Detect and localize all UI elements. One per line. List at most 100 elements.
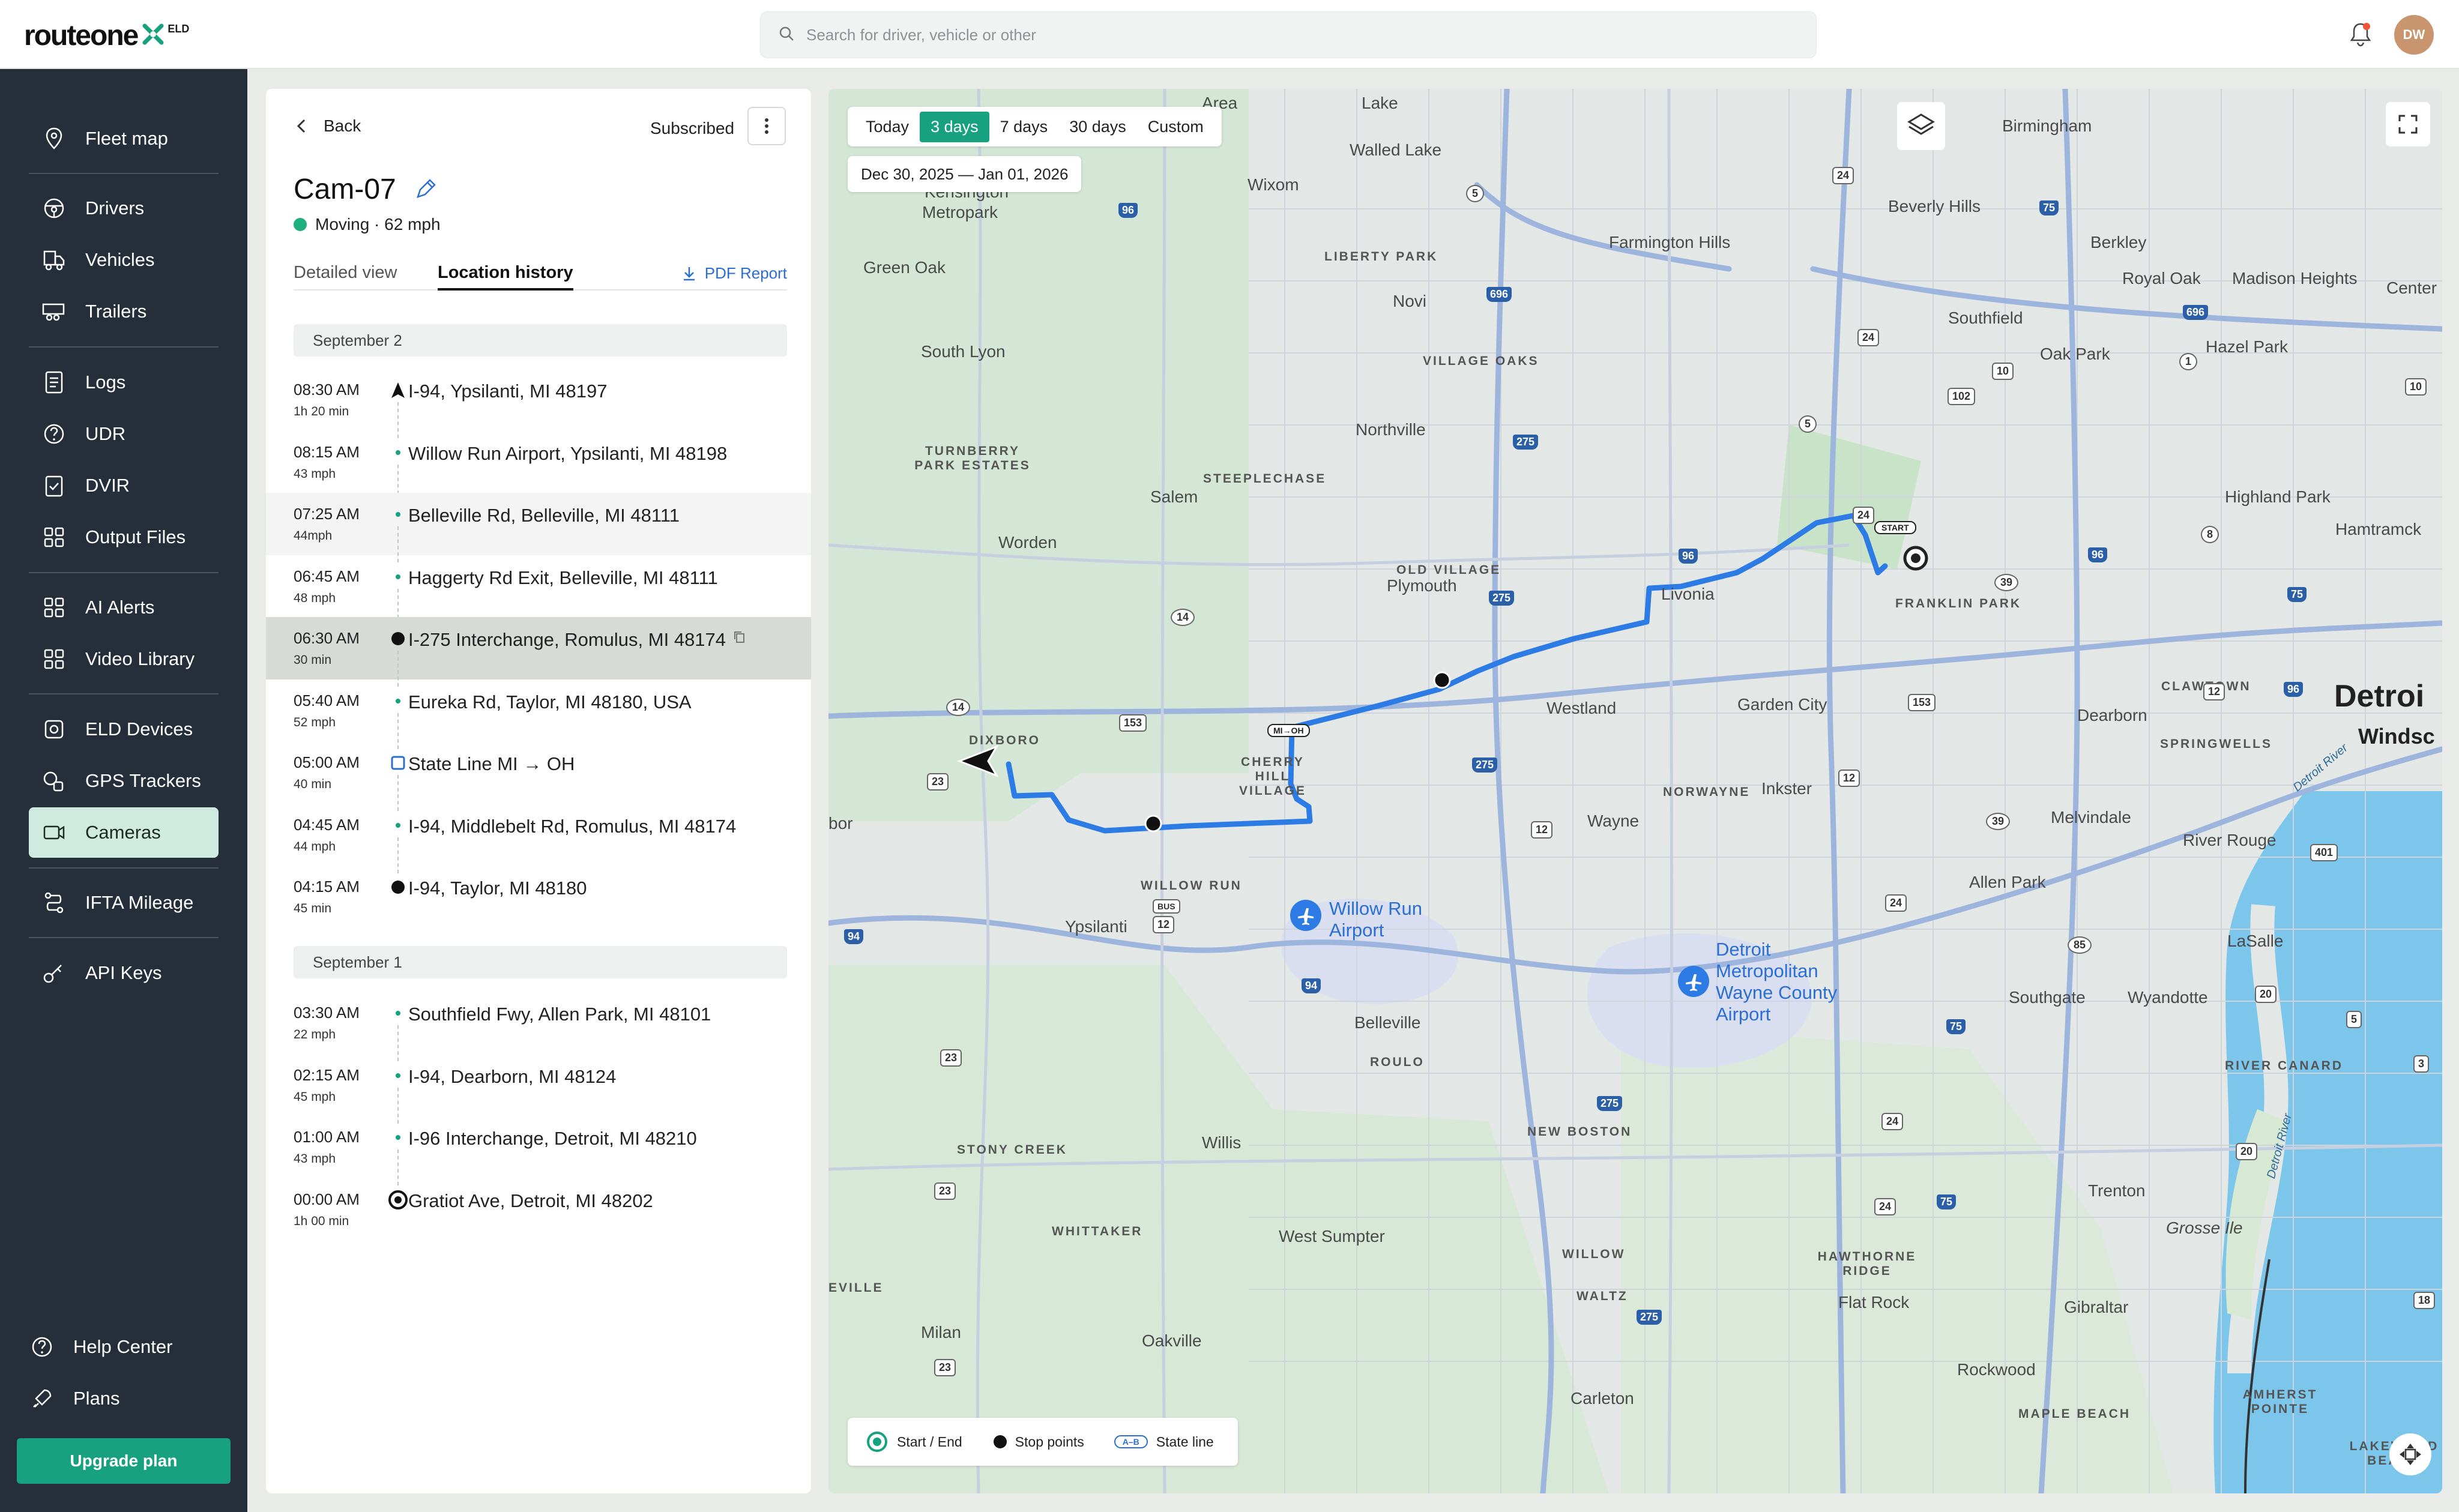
upgrade-plan-button[interactable]: Upgrade plan <box>17 1438 231 1484</box>
entry-detail: 1h 00 min <box>294 1214 349 1228</box>
sidebar-item-dvir[interactable]: DVIR <box>29 460 219 511</box>
date-range-display[interactable]: Dec 30, 2025 — Jan 01, 2026 <box>848 156 1082 192</box>
entry-detail: 30 min <box>294 653 332 667</box>
pdf-report-link[interactable]: PDF Report <box>682 264 787 283</box>
highway-shield: 5 <box>1466 185 1485 202</box>
history-row[interactable]: 08:15 AM 43 mph Willow Run Airport, Ypsila… <box>266 431 811 501</box>
current-location-arrow-icon[interactable] <box>956 743 999 782</box>
map-label: WALTZ <box>1576 1289 1628 1303</box>
range-custom-button[interactable]: Custom <box>1137 112 1214 142</box>
recenter-button[interactable] <box>2389 1433 2431 1475</box>
route-map[interactable]: Area Lake Walled Lake Wixom Kensington M… <box>828 89 2442 1493</box>
entry-detail: 44mph <box>294 529 333 543</box>
tab-detailed-view[interactable]: Detailed view <box>294 263 397 283</box>
fullscreen-button[interactable] <box>2386 102 2430 146</box>
sidebar-item-vehicles[interactable]: Vehicles <box>29 235 219 285</box>
sidebar-item-output-files[interactable]: Output Files <box>29 512 219 562</box>
help-center-label: Help Center <box>73 1336 173 1357</box>
highway-shield: 96 <box>1679 549 1698 564</box>
entry-address: I-94, Dearborn, MI 48124 <box>408 1065 617 1087</box>
map-label: Southgate <box>2009 988 2086 1007</box>
map-label: bor <box>828 814 853 833</box>
entry-address: I-275 Interchange, Romulus, MI 48174 <box>408 629 726 650</box>
help-center-link[interactable]: Help Center <box>17 1322 207 1372</box>
sidebar-item-drivers[interactable]: Drivers <box>29 183 219 233</box>
map-label: Ypsilanti <box>1065 917 1127 936</box>
range-7-days-button[interactable]: 7 days <box>989 112 1059 142</box>
copy-icon[interactable] <box>733 630 745 646</box>
highway-shield: 275 <box>1472 758 1498 773</box>
highway-shield: 94 <box>844 929 864 944</box>
map-label: Birmingham <box>2002 116 2092 135</box>
plans-link[interactable]: Plans <box>17 1373 207 1424</box>
history-row[interactable]: 00:00 AM 1h 00 min Gratiot Ave, Detroit, M… <box>266 1178 811 1241</box>
map-label: LIBERTY PARK <box>1324 250 1438 264</box>
entry-detail: 52 mph <box>294 715 336 729</box>
edit-pencil-icon[interactable] <box>414 179 436 203</box>
tab-location-history[interactable]: Location history <box>438 263 573 291</box>
sidebar-item-cameras[interactable]: Cameras <box>29 807 219 858</box>
map-label: Willis <box>1202 1133 1242 1152</box>
notification-bell-icon[interactable] <box>2349 22 2373 51</box>
sidebar-item-logs[interactable]: Logs <box>29 357 219 408</box>
range-3-days-button[interactable]: 3 days <box>920 111 989 142</box>
sidebar-item-trailers[interactable]: Trailers <box>29 286 219 337</box>
entry-time: 05:00 AM <box>294 753 360 771</box>
avatar[interactable]: DW <box>2394 15 2434 55</box>
history-row[interactable]: 01:00 AM 43 mph I-96 Interchange, Detroit,… <box>266 1116 811 1185</box>
sidebar-item-eld-devices[interactable]: ELD Devices <box>29 704 219 754</box>
map-label: Beverly Hills <box>1888 197 1981 215</box>
sidebar-item-fleet-map[interactable]: Fleet map <box>29 113 219 164</box>
history-row[interactable]: 04:15 AM 45 min I-94, Taylor, MI 48180 <box>266 866 811 928</box>
history-row[interactable]: 06:45 AM 48 mph Haggerty Rd Exit, Bellevil… <box>266 555 811 625</box>
history-row[interactable]: 03:30 AM 22 mph Southfield Fwy, Allen Park… <box>266 992 811 1061</box>
sidebar-item-ifta-mileage[interactable]: IFTA Mileage <box>29 878 219 928</box>
history-row[interactable]: 07:25 AM 44mph Belleville Rd, Belleville, … <box>266 493 811 562</box>
highway-shield: BUS <box>1153 899 1180 914</box>
stop-point-marker[interactable] <box>1144 815 1162 836</box>
start-marker[interactable] <box>1902 545 1929 574</box>
layers-button[interactable] <box>1897 102 1945 150</box>
highway-shield: 12 <box>1531 821 1553 839</box>
history-row[interactable]: 06:30 AM 30 min I-275 Interchange, Romulus… <box>266 617 811 687</box>
history-row[interactable]: 04:45 AM 44 mph I-94, Middlebelt Rd, Romul… <box>266 804 811 873</box>
entry-detail: 43 mph <box>294 466 336 481</box>
sidebar-item-api-keys[interactable]: API Keys <box>29 948 219 998</box>
stop-point-marker[interactable] <box>1433 671 1451 692</box>
map-label: ROULO <box>1370 1055 1425 1069</box>
waypoint-dot-icon <box>386 1001 410 1025</box>
history-row[interactable]: 08:30 AM 1h 20 min I-94, Ypsilanti, MI 481… <box>266 369 811 438</box>
more-options-button[interactable] <box>747 107 786 145</box>
back-button[interactable]: Back <box>296 116 361 136</box>
sidebar-item-ai-alerts[interactable]: AI Alerts <box>29 582 219 633</box>
history-row[interactable]: 05:00 AM 40 min State Line MI → OH <box>266 741 811 811</box>
search-bar[interactable] <box>760 11 1817 58</box>
range-30-days-button[interactable]: 30 days <box>1058 112 1137 142</box>
highway-shield: 3 <box>2413 1055 2430 1073</box>
map-label: Livonia <box>1661 585 1715 603</box>
map-label: Berkley <box>2090 233 2147 251</box>
map-label: Gibraltar <box>2064 1298 2129 1316</box>
map-label: Garden City <box>1737 695 1827 714</box>
entry-time: 06:30 AM <box>294 629 360 647</box>
sidebar-item-video-library[interactable]: Video Library <box>29 634 219 684</box>
truck-icon <box>43 250 65 271</box>
entry-address: State Line MI → OH <box>408 753 575 774</box>
search-input[interactable] <box>806 25 1767 44</box>
state-line-marker[interactable]: MI→OH <box>1267 724 1310 737</box>
sidebar-item-gps-trackers[interactable]: GPS Trackers <box>29 756 219 806</box>
map-label: Southfield <box>1948 309 2023 327</box>
waypoint-dot-icon <box>386 689 410 713</box>
map-label: Rockwood <box>1957 1360 2036 1379</box>
subscribed-status[interactable]: Subscribed <box>650 119 734 138</box>
history-row[interactable]: 05:40 AM 52 mph Eureka Rd, Taylor, MI 4818… <box>266 679 811 749</box>
range-today-button[interactable]: Today <box>855 112 920 142</box>
logo[interactable]: routeone ELD <box>24 14 189 56</box>
highway-shield: 23 <box>934 1182 956 1200</box>
legend-stop-points-label: Stop points <box>1015 1433 1084 1450</box>
highway-shield: 20 <box>2255 986 2277 1003</box>
sidebar-item-udr[interactable]: UDR <box>29 409 219 459</box>
history-row[interactable]: 02:15 AM 45 mph I-94, Dearborn, MI 48124 <box>266 1054 811 1124</box>
entry-address: Belleville Rd, Belleville, MI 48111 <box>408 505 680 526</box>
highway-shield: 39 <box>1986 813 2011 830</box>
